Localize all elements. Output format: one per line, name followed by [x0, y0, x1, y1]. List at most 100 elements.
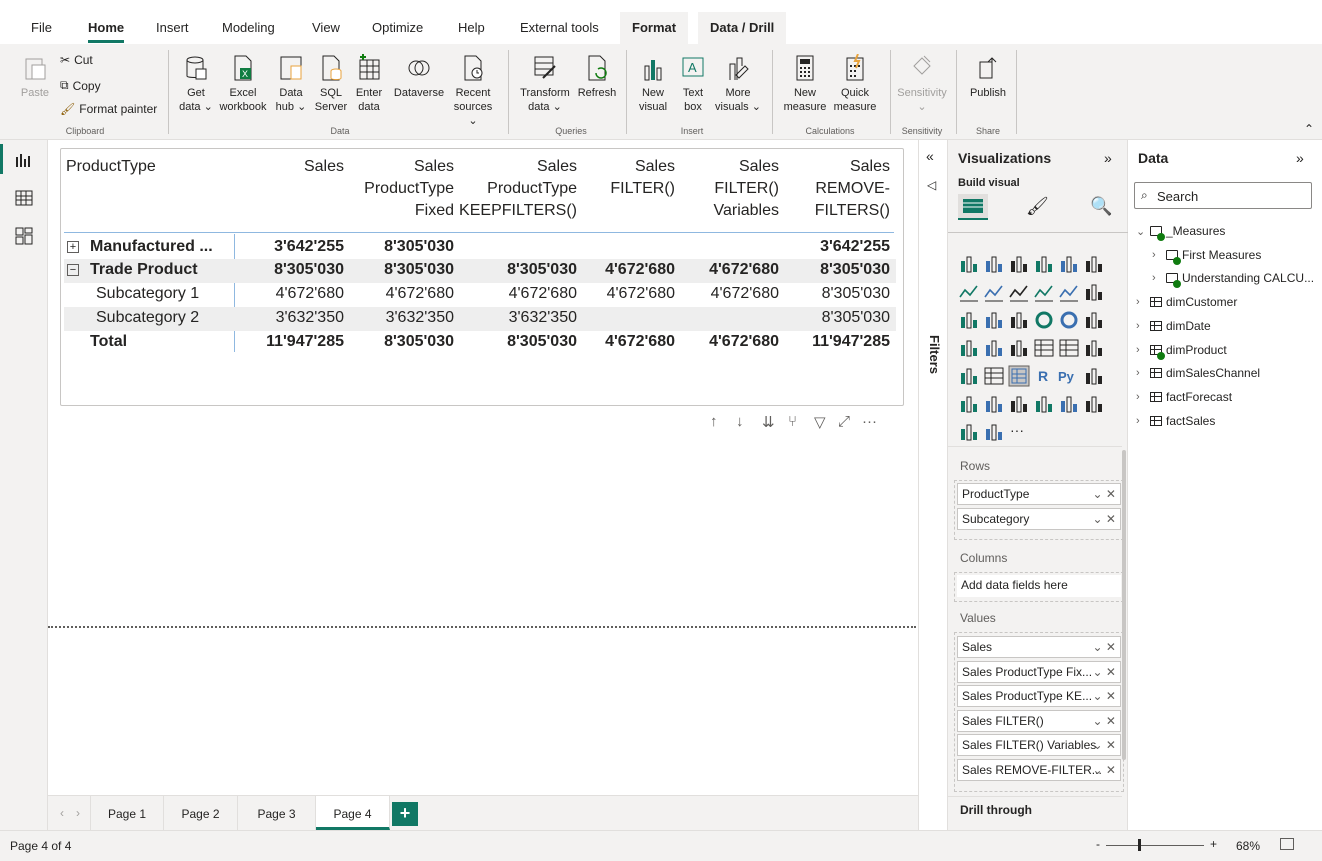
- chevron-right-icon[interactable]: ›: [1136, 296, 1146, 308]
- 100-bar-icon[interactable]: [1058, 253, 1080, 275]
- collapse-data-icon[interactable]: »: [1296, 150, 1304, 166]
- chevron-down-icon[interactable]: ⌄: [1136, 225, 1146, 238]
- values-field[interactable]: Sales FILTER() Variables ⌄ ✕: [957, 734, 1121, 756]
- chevron-right-icon[interactable]: ›: [1152, 272, 1162, 284]
- 100-column-icon[interactable]: [1083, 253, 1105, 275]
- multirow-card-icon[interactable]: [1058, 337, 1080, 359]
- sensitivity-button[interactable]: Sensitivity ⌄: [892, 54, 952, 114]
- power-automate-icon[interactable]: [983, 421, 1005, 443]
- field-controls-icon[interactable]: ⌄ ✕: [1093, 665, 1116, 679]
- data-item[interactable]: › dimCustomer: [1136, 295, 1237, 309]
- add-page-button[interactable]: +: [392, 802, 418, 826]
- filter-funnel-icon[interactable]: ◁: [927, 178, 936, 192]
- funnel-icon[interactable]: [983, 309, 1005, 331]
- area-icon[interactable]: [983, 281, 1005, 303]
- paginated-icon[interactable]: [1058, 393, 1080, 415]
- drill-up-icon[interactable]: ↑: [710, 413, 718, 430]
- expand-icon[interactable]: +: [67, 241, 79, 253]
- values-field[interactable]: Sales ProductType Fix... ⌄ ✕: [957, 660, 1121, 683]
- goals-icon[interactable]: [1033, 393, 1055, 415]
- header-sales-removefilters[interactable]: Sales REMOVE- FILTERS(): [784, 156, 890, 222]
- filter-icon[interactable]: ▽: [814, 413, 826, 431]
- values-field[interactable]: Sales REMOVE-FILTER... ⌄ ✕: [957, 758, 1121, 781]
- chevron-right-icon[interactable]: ›: [1136, 320, 1146, 332]
- matrix-row[interactable]: Total 11'947'285 8'305'030 8'305'030 4'672'6…: [64, 331, 896, 355]
- header-sales-producttype-keepfilters[interactable]: Sales ProductType KEEPFILTERS(): [456, 156, 577, 222]
- viz-scrollbar[interactable]: [1122, 450, 1126, 760]
- build-visual-tab[interactable]: [958, 194, 988, 220]
- get-data-button[interactable]: Get data ⌄: [176, 54, 216, 114]
- chevron-right-icon[interactable]: ›: [1136, 367, 1146, 379]
- next-level-icon[interactable]: ⇊: [762, 413, 775, 431]
- menu-data-drill[interactable]: Data / Drill: [698, 12, 787, 44]
- quick-measure-button[interactable]: Quick measure: [830, 54, 880, 114]
- header-sales-producttype-fixed[interactable]: Sales ProductType Fixed: [350, 156, 454, 222]
- matrix-icon[interactable]: [1008, 365, 1030, 387]
- cut-button[interactable]: ✂ Cut: [60, 53, 93, 67]
- collapse-viz-icon[interactable]: »: [1104, 150, 1112, 166]
- menu-external-tools[interactable]: External tools: [520, 20, 599, 35]
- field-controls-icon[interactable]: ⌄ ✕: [1093, 487, 1116, 501]
- sql-server-button[interactable]: SQL Server: [314, 54, 348, 114]
- chevron-right-icon[interactable]: ›: [1136, 344, 1146, 356]
- publish-button[interactable]: Publish: [966, 54, 1010, 100]
- menu-modeling[interactable]: Modeling: [222, 20, 275, 35]
- map-icon[interactable]: [958, 337, 980, 359]
- values-field[interactable]: Sales ProductType KE... ⌄ ✕: [957, 685, 1121, 707]
- menu-file[interactable]: File: [31, 20, 52, 35]
- kpi-icon[interactable]: [1083, 337, 1105, 359]
- stacked-bar-icon[interactable]: [958, 253, 980, 275]
- matrix-row[interactable]: Subcategory 1 4'672'680 4'672'680 4'672'680…: [64, 283, 896, 307]
- rows-field-2[interactable]: Subcategory ⌄ ✕: [957, 508, 1121, 530]
- chevron-right-icon[interactable]: ›: [1136, 391, 1146, 403]
- stacked-column-icon[interactable]: [983, 253, 1005, 275]
- tab-page-1[interactable]: Page 1: [90, 796, 164, 830]
- key-influencers-icon[interactable]: [1083, 365, 1105, 387]
- zoom-in-icon[interactable]: +: [1210, 837, 1217, 851]
- scatter-icon[interactable]: [1008, 309, 1030, 331]
- zoom-out-icon[interactable]: -: [1096, 837, 1100, 851]
- data-item[interactable]: ⌄ _Measures: [1136, 224, 1225, 241]
- gauge-icon[interactable]: [1008, 337, 1030, 359]
- clustered-column-icon[interactable]: [1033, 253, 1055, 275]
- smart-narrative-icon[interactable]: [1008, 393, 1030, 415]
- values-field[interactable]: Sales ⌄ ✕: [957, 636, 1121, 658]
- azure-map-icon[interactable]: [1083, 393, 1105, 415]
- matrix-row[interactable]: Subcategory 2 3'632'350 3'632'350 3'632'350…: [64, 307, 896, 331]
- card-icon[interactable]: [1033, 337, 1055, 359]
- tab-page-2[interactable]: Page 2: [164, 796, 238, 830]
- field-controls-icon[interactable]: ⌄ ✕: [1093, 714, 1116, 728]
- data-item[interactable]: › dimProduct: [1136, 343, 1227, 360]
- field-controls-icon[interactable]: ⌄ ✕: [1093, 512, 1116, 526]
- tab-page-3[interactable]: Page 3: [238, 796, 316, 830]
- format-painter-button[interactable]: 🖌 Format painter: [60, 102, 157, 116]
- menu-view[interactable]: View: [312, 20, 340, 35]
- zoom-slider-thumb[interactable]: [1138, 839, 1141, 851]
- python-visual-icon[interactable]: Py: [1058, 365, 1080, 387]
- refresh-button[interactable]: Refresh: [574, 54, 620, 100]
- new-measure-button[interactable]: New measure: [780, 54, 830, 114]
- excel-workbook-button[interactable]: X Excel workbook: [216, 54, 270, 114]
- header-producttype[interactable]: ProductType: [66, 156, 156, 178]
- transform-data-button[interactable]: Transform data ⌄: [516, 54, 574, 114]
- data-item[interactable]: › Understanding CALCU...: [1152, 271, 1314, 289]
- waterfall-icon[interactable]: [958, 309, 980, 331]
- clustered-bar-icon[interactable]: [1008, 253, 1030, 275]
- field-controls-icon[interactable]: ⌄ ✕: [1093, 640, 1116, 654]
- header-sales-filter-variables[interactable]: Sales FILTER() Variables: [680, 156, 779, 222]
- report-view-icon[interactable]: [14, 150, 34, 170]
- menu-insert[interactable]: Insert: [156, 20, 189, 35]
- zoom-slider[interactable]: [1106, 845, 1204, 846]
- data-item[interactable]: › factForecast: [1136, 390, 1232, 404]
- field-controls-icon[interactable]: ⌄ ✕: [1093, 738, 1116, 752]
- more-options-icon[interactable]: ···: [862, 413, 877, 430]
- model-view-icon[interactable]: [14, 226, 34, 246]
- drill-down-icon[interactable]: ↓: [736, 413, 744, 430]
- analytics-icon[interactable]: 🔍: [1090, 196, 1112, 217]
- menu-format[interactable]: Format: [620, 12, 689, 44]
- header-sales[interactable]: Sales: [270, 156, 344, 178]
- fit-to-page-icon[interactable]: [1280, 838, 1294, 850]
- field-controls-icon[interactable]: ⌄ ✕: [1093, 689, 1116, 703]
- data-search-box[interactable]: ⌕ Search: [1134, 182, 1312, 209]
- prev-page-icon[interactable]: ‹: [60, 806, 64, 820]
